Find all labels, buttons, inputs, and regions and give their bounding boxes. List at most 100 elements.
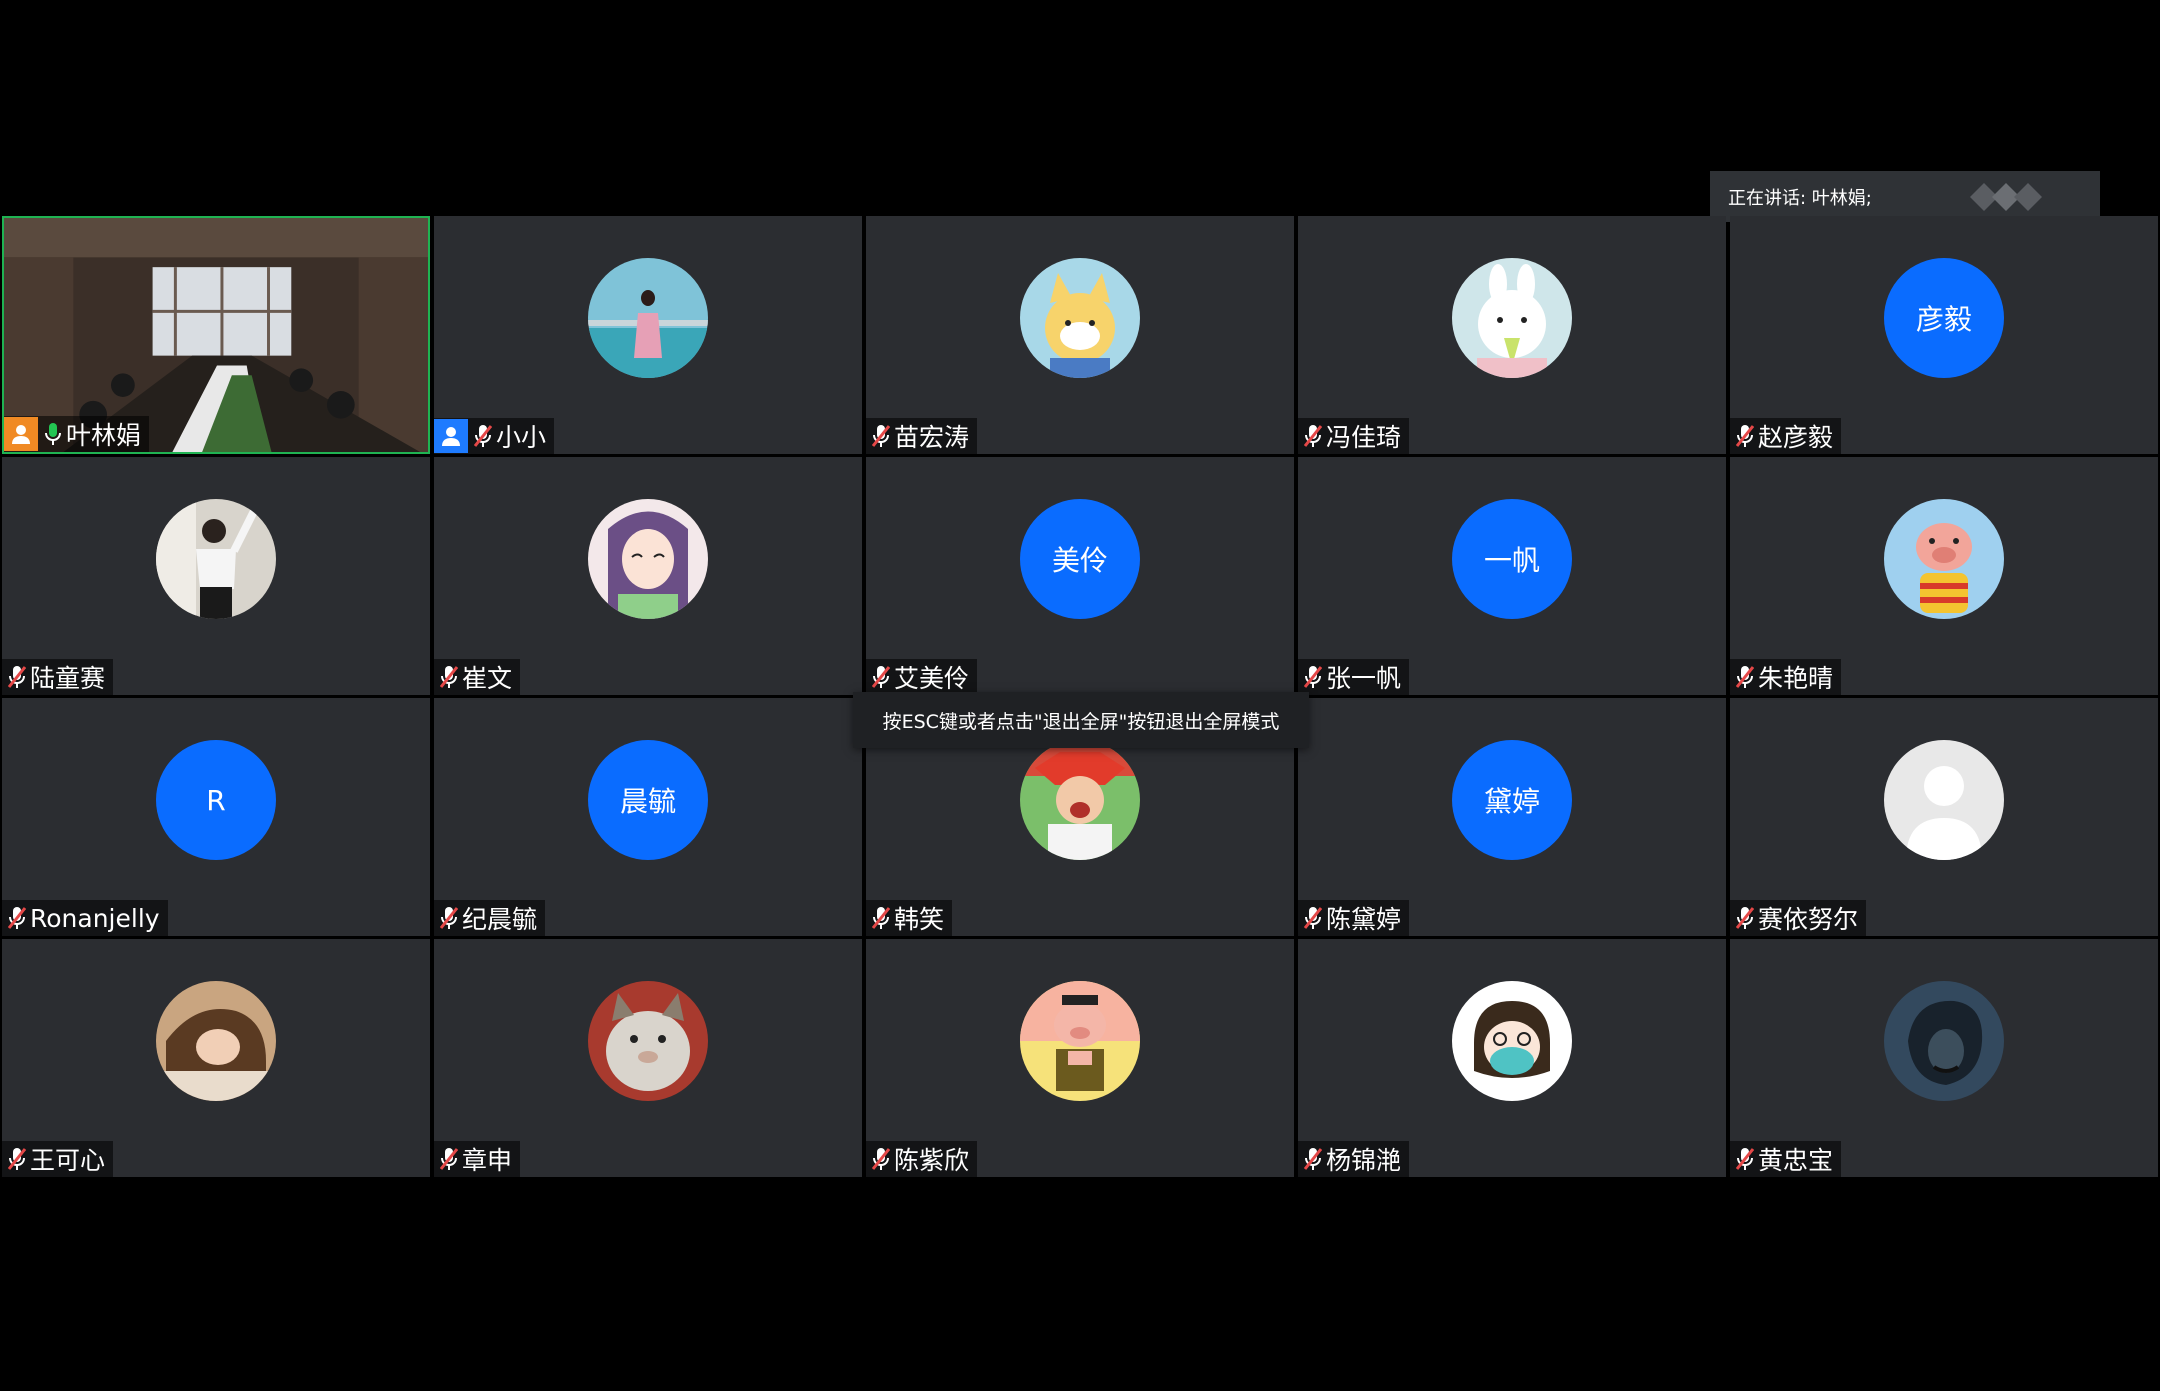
participant-name: 艾美伶 (894, 664, 970, 693)
mic-muted-icon[interactable] (1736, 906, 1754, 930)
participant-name: 章申 (462, 1146, 513, 1175)
mic-muted-icon[interactable] (8, 906, 26, 930)
name-label: 赛依努尔 (1730, 900, 1867, 936)
mic-muted-icon[interactable] (474, 424, 492, 448)
participant-tile[interactable]: 叶林娟 (2, 216, 430, 454)
participant-name: 朱艳晴 (1758, 664, 1834, 693)
participant-name: 赵彦毅 (1758, 423, 1834, 452)
participant-tile[interactable]: 陆童赛 (2, 457, 430, 695)
participant-tile[interactable]: 王可心 (2, 939, 430, 1177)
name-label: 黄忠宝 (1730, 1141, 1842, 1177)
name-label: 陆童赛 (2, 659, 114, 695)
participant-name: 韩笑 (894, 905, 945, 934)
avatar (156, 981, 276, 1101)
mic-muted-icon[interactable] (872, 424, 890, 448)
mic-muted-icon[interactable] (1736, 665, 1754, 689)
mic-muted-icon[interactable] (8, 1147, 26, 1171)
mic-muted-icon[interactable] (440, 906, 458, 930)
mic-on-icon[interactable] (44, 422, 62, 446)
participant-name: 叶林娟 (66, 421, 142, 450)
mic-muted-icon[interactable] (440, 665, 458, 689)
name-label: 苗宏涛 (866, 418, 978, 454)
participant-name: 杨锦滟 (1326, 1146, 1402, 1175)
name-label: 冯佳琦 (1298, 418, 1410, 454)
speaking-indicator: 正在讲话: 叶林娟; (1710, 171, 2100, 222)
name-label: 陈紫欣 (866, 1141, 978, 1177)
name-label: 小小 (434, 418, 555, 454)
mic-muted-icon[interactable] (1736, 424, 1754, 448)
participant-tile[interactable]: 彦毅 赵彦毅 (1730, 216, 2158, 454)
name-label: 崔文 (434, 659, 521, 695)
avatar (156, 499, 276, 619)
participant-name: 赛依努尔 (1758, 905, 1859, 934)
avatar (1884, 499, 2004, 619)
mic-muted-icon[interactable] (440, 1147, 458, 1171)
name-label: 朱艳晴 (1730, 659, 1842, 695)
participant-name: Ronanjelly (30, 903, 160, 933)
participant-name: 陈紫欣 (894, 1146, 970, 1175)
participant-tile[interactable]: R Ronanjelly (2, 698, 430, 936)
participant-tile[interactable]: 赛依努尔 (1730, 698, 2158, 936)
avatar: 黛婷 (1452, 740, 1572, 860)
avatar (588, 258, 708, 378)
name-label: 纪晨毓 (434, 900, 546, 936)
avatar (1020, 981, 1140, 1101)
avatar (1020, 258, 1140, 378)
participant-tile[interactable]: 冯佳琦 (1298, 216, 1726, 454)
participant-name: 张一帆 (1326, 664, 1402, 693)
name-label: 赵彦毅 (1730, 418, 1842, 454)
participant-tile[interactable]: 一帆 张一帆 (1298, 457, 1726, 695)
mic-muted-icon[interactable] (872, 906, 890, 930)
name-label: 张一帆 (1298, 659, 1410, 695)
avatar (1020, 740, 1140, 860)
avatar: 美伶 (1020, 499, 1140, 619)
name-label: Ronanjelly (2, 900, 168, 936)
participant-tile[interactable]: 苗宏涛 (866, 216, 1294, 454)
participant-tile[interactable]: 陈紫欣 (866, 939, 1294, 1177)
avatar (588, 499, 708, 619)
mic-muted-icon[interactable] (8, 665, 26, 689)
avatar (1884, 981, 2004, 1101)
participant-name: 苗宏涛 (894, 423, 970, 452)
mic-muted-icon[interactable] (1304, 1147, 1322, 1171)
app-logo-icon (1970, 183, 2042, 211)
avatar (1884, 740, 2004, 860)
tooltip-text: 按ESC键或者点击"退出全屏"按钮退出全屏模式 (882, 710, 1280, 733)
participant-tile[interactable]: 小小 (434, 216, 862, 454)
name-label: 叶林娟 (4, 416, 150, 452)
avatar: R (156, 740, 276, 860)
participant-tile[interactable]: 黄忠宝 (1730, 939, 2158, 1177)
participant-name: 崔文 (462, 664, 513, 693)
participant-name: 陆童赛 (30, 664, 106, 693)
participant-tile[interactable]: 晨毓 纪晨毓 (434, 698, 862, 936)
mic-muted-icon[interactable] (872, 1147, 890, 1171)
participant-tile[interactable]: 黛婷 陈黛婷 (1298, 698, 1726, 936)
mic-muted-icon[interactable] (1304, 906, 1322, 930)
cohost-icon (434, 419, 468, 453)
name-label: 韩笑 (866, 900, 953, 936)
mic-muted-icon[interactable] (1304, 424, 1322, 448)
mic-muted-icon[interactable] (1304, 665, 1322, 689)
participant-name: 冯佳琦 (1326, 423, 1402, 452)
name-label: 杨锦滟 (1298, 1141, 1410, 1177)
avatar: 一帆 (1452, 499, 1572, 619)
participant-name: 小小 (496, 423, 547, 452)
participant-tile[interactable]: 崔文 (434, 457, 862, 695)
participant-tile[interactable]: 朱艳晴 (1730, 457, 2158, 695)
participant-tile[interactable]: 美伶 艾美伶 (866, 457, 1294, 695)
avatar: 彦毅 (1884, 258, 2004, 378)
participant-tile[interactable]: 杨锦滟 (1298, 939, 1726, 1177)
name-label: 陈黛婷 (1298, 900, 1410, 936)
name-label: 艾美伶 (866, 659, 978, 695)
participant-name: 黄忠宝 (1758, 1146, 1834, 1175)
participant-tile[interactable]: 章申 (434, 939, 862, 1177)
participant-name: 王可心 (30, 1146, 106, 1175)
avatar (588, 981, 708, 1101)
avatar (1452, 258, 1572, 378)
mic-muted-icon[interactable] (1736, 1147, 1754, 1171)
participant-name: 陈黛婷 (1326, 905, 1402, 934)
avatar: 晨毓 (588, 740, 708, 860)
name-label: 王可心 (2, 1141, 114, 1177)
mic-muted-icon[interactable] (872, 665, 890, 689)
avatar (1452, 981, 1572, 1101)
